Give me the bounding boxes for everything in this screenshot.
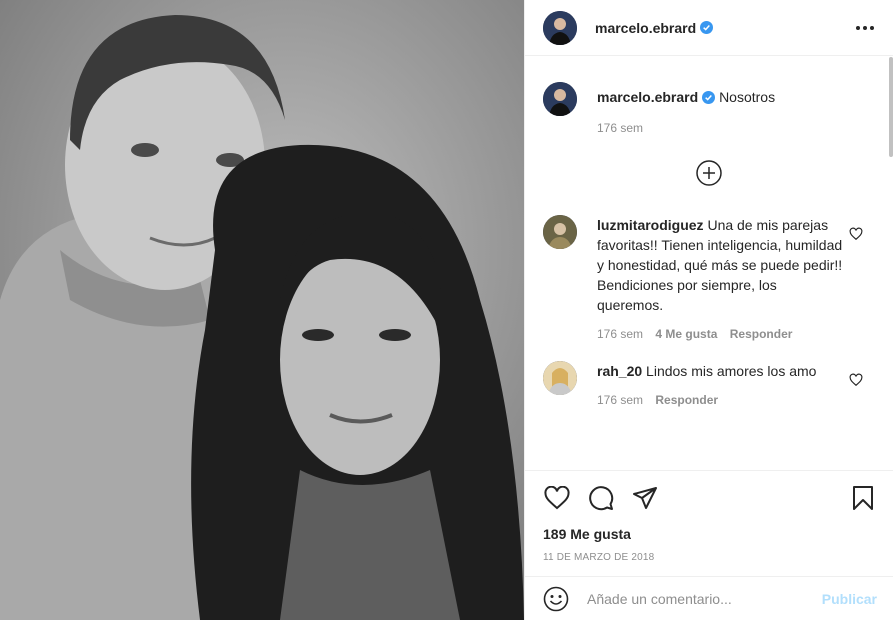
comment-composer: Publicar bbox=[525, 576, 893, 620]
comment-username[interactable]: luzmitarodiguez bbox=[597, 217, 704, 233]
verified-icon bbox=[700, 21, 714, 34]
heart-icon bbox=[544, 486, 570, 510]
share-icon bbox=[633, 487, 657, 509]
post-actions: 189 Me gusta 11 de marzo de 2018 bbox=[525, 470, 893, 563]
post-header: marcelo.ebrard bbox=[525, 0, 893, 56]
comment-likes[interactable]: 4 Me gusta bbox=[655, 327, 717, 341]
comment-text: Lindos mis amores los amo bbox=[646, 363, 817, 379]
post-photo[interactable] bbox=[0, 0, 524, 620]
more-options-icon[interactable] bbox=[853, 16, 877, 40]
verified-icon bbox=[702, 91, 716, 104]
avatar[interactable] bbox=[543, 82, 577, 116]
save-button[interactable] bbox=[849, 484, 877, 512]
avatar[interactable] bbox=[543, 361, 577, 395]
heart-icon[interactable] bbox=[849, 373, 863, 387]
like-button[interactable] bbox=[543, 484, 571, 512]
reply-button[interactable]: Responder bbox=[655, 393, 718, 407]
comment-username[interactable]: rah_20 bbox=[597, 363, 642, 379]
comment-input[interactable] bbox=[587, 590, 822, 607]
caption-time[interactable]: 176 sem bbox=[597, 121, 643, 135]
comment-item: rah_20 Lindos mis amores los amo 176 sem… bbox=[543, 361, 877, 407]
comment-item: luzmitarodiguez Una de mis parejas favor… bbox=[543, 215, 877, 341]
caption-username[interactable]: marcelo.ebrard bbox=[597, 89, 698, 105]
comments-list[interactable]: marcelo.ebrard Nosotros 176 sem luzmitar… bbox=[525, 57, 893, 470]
avatar[interactable] bbox=[543, 10, 577, 45]
post-date[interactable]: 11 de marzo de 2018 bbox=[543, 552, 877, 563]
share-button[interactable] bbox=[631, 484, 659, 512]
caption: marcelo.ebrard Nosotros 176 sem bbox=[543, 82, 877, 135]
comment-time[interactable]: 176 sem bbox=[597, 327, 643, 341]
avatar[interactable] bbox=[543, 215, 577, 249]
load-more-icon[interactable] bbox=[696, 160, 722, 186]
post-sidebar: marcelo.ebrard marcelo.ebrard Nosotros 1… bbox=[524, 0, 893, 620]
caption-text: Nosotros bbox=[719, 89, 776, 105]
heart-icon[interactable] bbox=[849, 227, 863, 241]
comment-icon bbox=[589, 486, 614, 511]
emoji-icon[interactable] bbox=[543, 586, 569, 612]
scrollbar[interactable] bbox=[889, 57, 893, 157]
publish-button[interactable]: Publicar bbox=[822, 591, 877, 607]
likes-count[interactable]: 189 Me gusta bbox=[543, 525, 877, 543]
reply-button[interactable]: Responder bbox=[730, 327, 793, 341]
comment-time[interactable]: 176 sem bbox=[597, 393, 643, 407]
comment-button[interactable] bbox=[587, 484, 615, 512]
bookmark-icon bbox=[853, 486, 873, 510]
header-username[interactable]: marcelo.ebrard bbox=[595, 20, 696, 36]
